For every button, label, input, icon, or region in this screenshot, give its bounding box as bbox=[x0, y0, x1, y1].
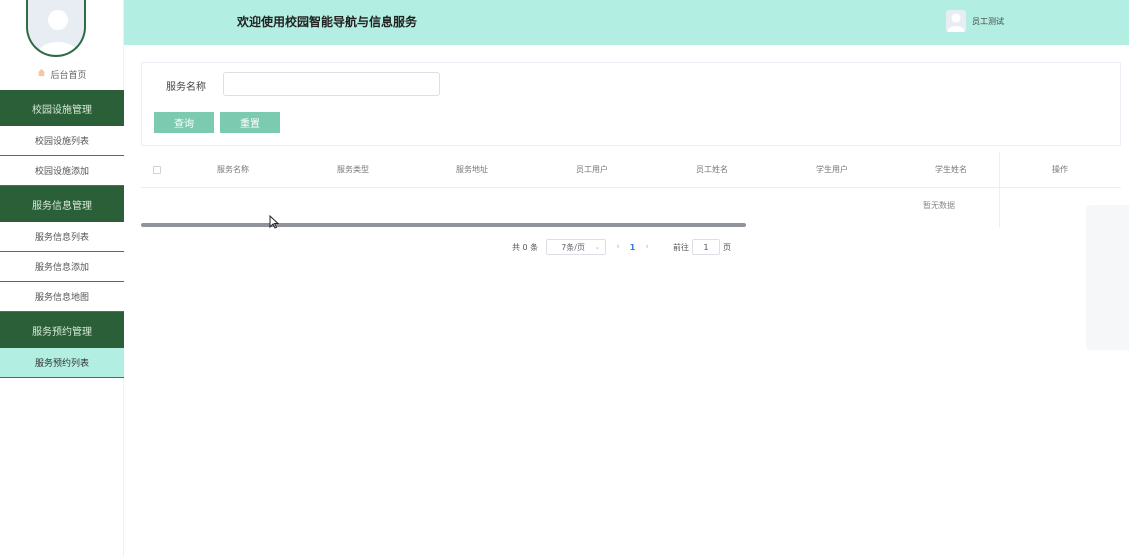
column-header-actions: 操作 bbox=[1052, 165, 1068, 174]
menu-group-booking[interactable]: 服务预约管理 bbox=[0, 312, 124, 348]
page-size-select[interactable]: 7条/页 ⌄ bbox=[546, 239, 607, 255]
side-floating-panel[interactable] bbox=[1086, 205, 1129, 350]
column-header-student-user[interactable]: 学生用户 bbox=[792, 164, 872, 175]
user-silhouette-icon bbox=[38, 10, 78, 54]
menu-item-booking-list[interactable]: 服务预约列表 bbox=[0, 348, 124, 378]
menu-group-facility[interactable]: 校园设施管理 bbox=[0, 90, 124, 126]
current-page-number[interactable]: 1 bbox=[630, 243, 636, 252]
select-all-checkbox[interactable] bbox=[153, 166, 161, 174]
column-header-staff-name[interactable]: 员工姓名 bbox=[672, 164, 752, 175]
actions-column-divider bbox=[999, 152, 1000, 227]
search-panel: 服务名称 查询 重置 bbox=[141, 62, 1121, 146]
column-header-staff-user[interactable]: 员工用户 bbox=[552, 164, 632, 175]
user-name: 员工测试 bbox=[972, 16, 1004, 26]
app-root: 后台首页 校园设施管理 校园设施列表 校园设施添加 服务信息管理 服务信息列表 … bbox=[0, 0, 1129, 557]
avatar[interactable] bbox=[26, 0, 86, 57]
user-avatar[interactable] bbox=[946, 10, 966, 32]
pagination: 共 0 条 7条/页 ⌄ ‹ 1 › 前往 1 页 bbox=[512, 239, 731, 255]
menu-item-facility-add[interactable]: 校园设施添加 bbox=[0, 156, 124, 186]
column-header-service-address[interactable]: 服务地址 bbox=[432, 164, 512, 175]
column-header-student-name[interactable]: 学生姓名 bbox=[911, 164, 991, 175]
sidebar-home-link[interactable]: 后台首页 bbox=[0, 66, 124, 82]
page-suffix-label: 页 bbox=[722, 242, 731, 252]
reset-button[interactable]: 重置 bbox=[220, 112, 280, 133]
table-header: 服务名称 服务类型 服务地址 员工用户 员工姓名 学生用户 学生姓名 操作 bbox=[141, 152, 1121, 188]
booking-table: 服务名称 服务类型 服务地址 员工用户 员工姓名 学生用户 学生姓名 操作 暂无… bbox=[141, 152, 1121, 227]
top-header: 欢迎使用校园智能导航与信息服务 员工测试 bbox=[124, 0, 1129, 45]
search-label: 服务名称 bbox=[166, 82, 206, 93]
user-menu[interactable]: 员工测试 bbox=[946, 9, 1004, 33]
column-header-service-name[interactable]: 服务名称 bbox=[193, 164, 273, 175]
page-title: 欢迎使用校园智能导航与信息服务 bbox=[237, 15, 418, 29]
query-button[interactable]: 查询 bbox=[154, 112, 214, 133]
mouse-cursor-icon bbox=[269, 214, 280, 233]
menu-group-service-info[interactable]: 服务信息管理 bbox=[0, 186, 124, 222]
pagination-total: 共 0 条 bbox=[512, 242, 539, 252]
menu-item-service-info-list[interactable]: 服务信息列表 bbox=[0, 222, 124, 252]
user-avatar-icon bbox=[947, 13, 965, 32]
chevron-down-icon: ⌄ bbox=[594, 243, 601, 251]
sidebar-menu: 校园设施管理 校园设施列表 校园设施添加 服务信息管理 服务信息列表 服务信息添… bbox=[0, 90, 124, 378]
page-size-value: 7条/页 bbox=[561, 242, 585, 252]
horizontal-scrollbar[interactable] bbox=[141, 223, 746, 227]
menu-item-service-info-add[interactable]: 服务信息添加 bbox=[0, 252, 124, 282]
menu-item-service-info-map[interactable]: 服务信息地图 bbox=[0, 282, 124, 312]
next-page-icon[interactable]: › bbox=[645, 242, 649, 252]
empty-state-text: 暂无数据 bbox=[923, 201, 955, 210]
goto-page-input[interactable]: 1 bbox=[691, 239, 720, 255]
goto-label: 前往 bbox=[672, 242, 689, 252]
column-header-service-type[interactable]: 服务类型 bbox=[313, 164, 393, 175]
sidebar: 后台首页 校园设施管理 校园设施列表 校园设施添加 服务信息管理 服务信息列表 … bbox=[0, 0, 124, 557]
prev-page-icon[interactable]: ‹ bbox=[616, 242, 620, 252]
menu-item-facility-list[interactable]: 校园设施列表 bbox=[0, 126, 124, 156]
sidebar-home-label: 后台首页 bbox=[50, 70, 87, 81]
service-name-search-input[interactable] bbox=[223, 72, 440, 96]
home-icon bbox=[37, 68, 46, 80]
